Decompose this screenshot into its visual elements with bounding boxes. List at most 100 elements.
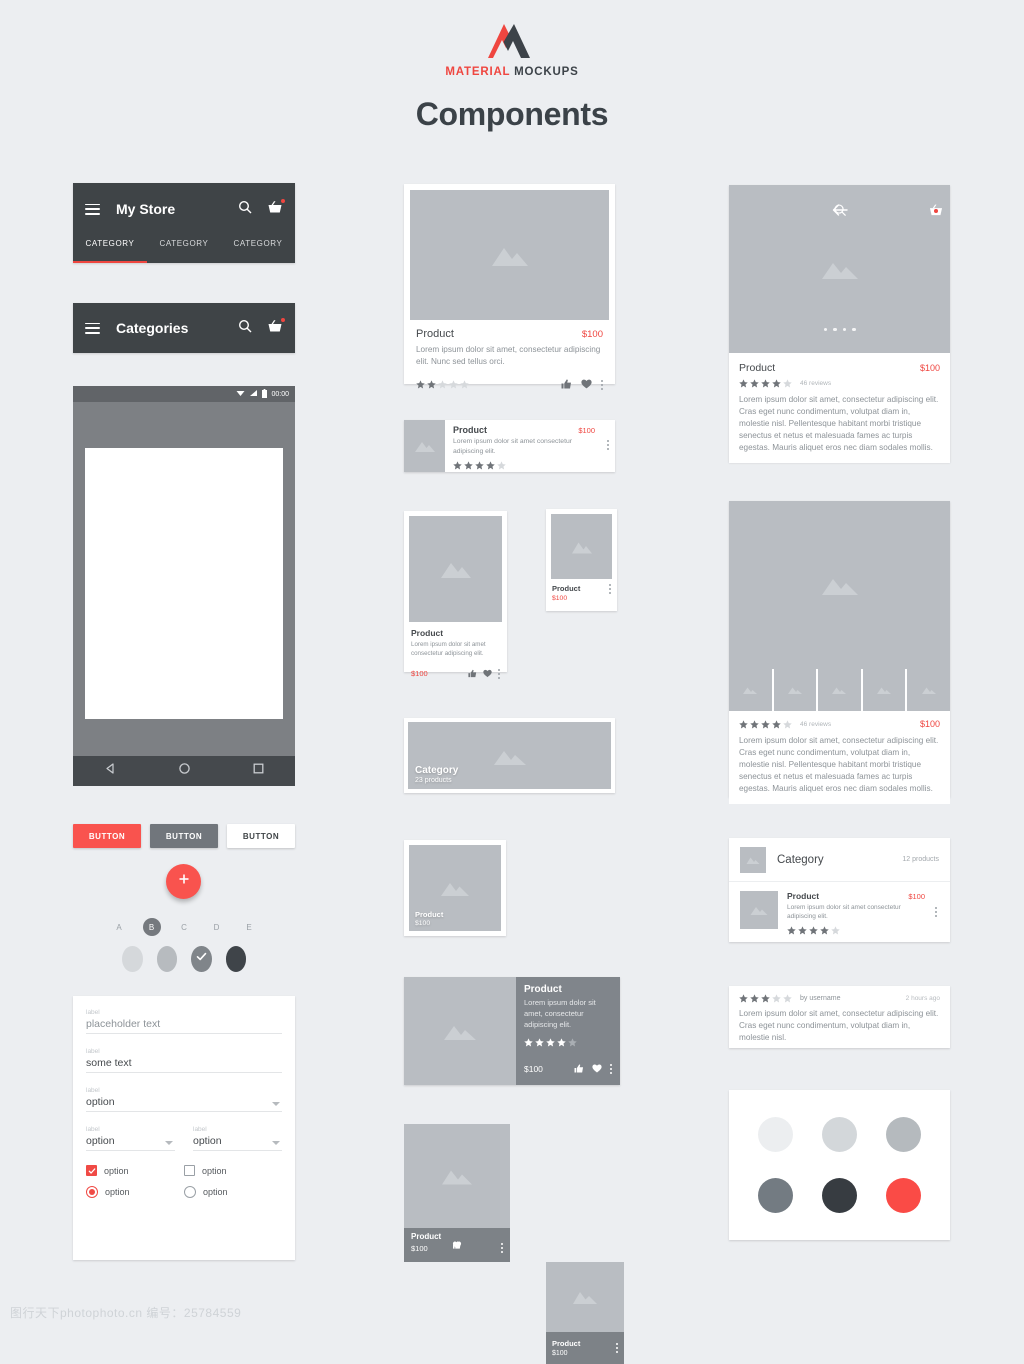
chip-c[interactable]: C	[175, 918, 193, 936]
heart-icon[interactable]	[483, 665, 492, 683]
product-card-wide[interactable]: Product $100 Lorem ipsum dolor sit amet,…	[404, 184, 615, 390]
overflow-menu-icon[interactable]	[501, 1243, 503, 1253]
select-value[interactable]: option	[193, 1135, 282, 1151]
product-card-vertical-small[interactable]: Product $100	[546, 1262, 624, 1364]
gallery-thumbnails[interactable]	[729, 669, 950, 711]
avatar[interactable]	[122, 946, 143, 972]
signal-icon	[249, 389, 258, 399]
radio-option-checked[interactable]: option	[86, 1186, 184, 1198]
product-meta: Product $100 46 reviews Lorem ipsum dolo…	[729, 353, 950, 464]
chevron-down-icon[interactable]	[272, 1141, 280, 1145]
hamburger-icon[interactable]	[85, 203, 100, 215]
product-card-square[interactable]: Product $100	[404, 840, 506, 936]
category-list-card[interactable]: Category 12 products Product $100 Lorem …	[729, 838, 950, 942]
checkbox-icon[interactable]	[86, 1165, 97, 1176]
rating-stars[interactable]	[453, 461, 609, 470]
list-item[interactable]: Product $100 Lorem ipsum dolor sit amet …	[729, 882, 950, 944]
select-value[interactable]: option	[86, 1135, 175, 1151]
select-value[interactable]: option	[86, 1096, 282, 1112]
rating-stars[interactable]	[524, 1037, 612, 1047]
color-swatch-grey-400[interactable]	[886, 1117, 921, 1152]
text-input-placeholder[interactable]: placeholder text	[86, 1018, 282, 1034]
color-swatch-grey-900[interactable]	[822, 1178, 857, 1213]
overflow-menu-icon[interactable]	[609, 584, 611, 594]
checkbox-option-checked[interactable]: option	[86, 1165, 184, 1176]
radio-icon[interactable]	[86, 1186, 98, 1198]
avatar-selected[interactable]	[191, 946, 212, 972]
chevron-down-icon[interactable]	[165, 1141, 173, 1145]
gallery-thumbnail[interactable]	[729, 669, 772, 711]
gallery-thumbnail[interactable]	[862, 669, 906, 711]
chip-b-selected[interactable]: B	[142, 918, 161, 936]
radio-option-unchecked[interactable]: option	[184, 1186, 282, 1198]
phone-navigation-bar[interactable]	[73, 756, 295, 786]
detail-topbar	[729, 185, 950, 235]
field-select-left[interactable]: label option	[86, 1126, 175, 1151]
color-swatch-red-accent[interactable]	[886, 1178, 921, 1213]
field-label: label	[86, 1009, 100, 1016]
rating-stars[interactable]	[739, 719, 792, 729]
button-flat[interactable]: BUTTON	[227, 824, 295, 848]
checkbox-icon[interactable]	[184, 1165, 195, 1176]
product-card-list[interactable]: Product $100 Lorem ipsum dolor sit amet …	[404, 420, 615, 472]
field-select[interactable]: label option	[86, 1087, 282, 1112]
rating-stars[interactable]	[739, 994, 792, 1003]
checkbox-option-unchecked[interactable]: option	[184, 1165, 282, 1176]
hamburger-icon[interactable]	[85, 322, 100, 334]
field-placeholder[interactable]: label placeholder text	[86, 1009, 282, 1034]
image-pager-dots[interactable]	[729, 327, 950, 331]
category-banner-card[interactable]: Category 23 products	[404, 718, 615, 793]
product-card-vertical[interactable]: Product $100	[404, 1124, 510, 1262]
heart-icon[interactable]	[581, 376, 592, 394]
thumb-up-icon[interactable]	[561, 376, 572, 394]
gallery-thumbnail[interactable]	[818, 669, 861, 711]
gallery-thumbnail[interactable]	[773, 669, 817, 711]
tab-category-3[interactable]: CATEGORY	[221, 235, 295, 263]
home-circle-icon[interactable]	[178, 762, 191, 780]
color-swatch-grey-50[interactable]	[758, 1117, 793, 1152]
overflow-menu-icon[interactable]	[607, 440, 609, 450]
search-icon[interactable]	[238, 200, 252, 219]
field-select-right[interactable]: label option	[193, 1126, 282, 1151]
thumb-up-icon[interactable]	[468, 665, 477, 683]
radio-icon[interactable]	[184, 1186, 196, 1198]
rating-stars[interactable]	[787, 926, 939, 935]
tab-category-2[interactable]: CATEGORY	[147, 235, 221, 263]
avatar[interactable]	[156, 946, 177, 972]
floating-action-button[interactable]	[166, 864, 201, 899]
chip-d[interactable]: D	[208, 918, 226, 936]
product-card-hero[interactable]: Product Lorem ipsum dolor sit amet, cons…	[404, 977, 620, 1085]
overflow-menu-icon[interactable]	[616, 1343, 618, 1353]
overflow-menu-icon[interactable]	[498, 668, 500, 679]
shopping-basket-icon[interactable]	[267, 198, 285, 219]
button-raised-primary[interactable]: BUTTON	[73, 824, 141, 848]
text-input-filled[interactable]: some text	[86, 1057, 282, 1073]
product-card-mini[interactable]: Product $100	[546, 509, 617, 611]
rating-stars[interactable]	[739, 379, 792, 388]
color-swatch-grey-200[interactable]	[822, 1117, 857, 1152]
product-description: Lorem ipsum dolor sit amet consectetur a…	[453, 438, 572, 455]
field-text[interactable]: label some text	[86, 1048, 282, 1073]
overflow-menu-icon[interactable]	[601, 379, 603, 390]
rating-stars[interactable]	[416, 380, 469, 389]
heart-icon[interactable]	[592, 1060, 602, 1078]
chevron-down-icon[interactable]	[272, 1102, 280, 1106]
overflow-menu-icon[interactable]	[610, 1064, 612, 1074]
thumb-up-icon[interactable]	[574, 1060, 584, 1078]
recents-square-icon[interactable]	[252, 762, 265, 780]
product-card-tall[interactable]: Product Lorem ipsum dolor sit amet conse…	[404, 511, 507, 679]
overflow-menu-icon[interactable]	[935, 907, 937, 917]
chip-e[interactable]: E	[240, 918, 258, 936]
avatar[interactable]	[225, 946, 246, 972]
shopping-basket-icon[interactable]	[267, 317, 285, 338]
chip-a[interactable]: A	[110, 918, 128, 936]
tab-bar[interactable]: CATEGORY CATEGORY CATEGORY	[73, 235, 295, 263]
gallery-thumbnail[interactable]	[907, 669, 950, 711]
product-gallery-card[interactable]: 46 reviews $100 Lorem ipsum dolor sit am…	[729, 501, 950, 805]
button-raised-secondary[interactable]: BUTTON	[150, 824, 218, 848]
search-icon[interactable]	[238, 319, 252, 338]
tab-category-1[interactable]: CATEGORY	[73, 235, 147, 263]
color-swatch-blue-grey-400[interactable]	[758, 1178, 793, 1213]
product-detail-card[interactable]: Product $100 46 reviews Lorem ipsum dolo…	[729, 185, 950, 464]
back-triangle-icon[interactable]	[104, 762, 117, 780]
